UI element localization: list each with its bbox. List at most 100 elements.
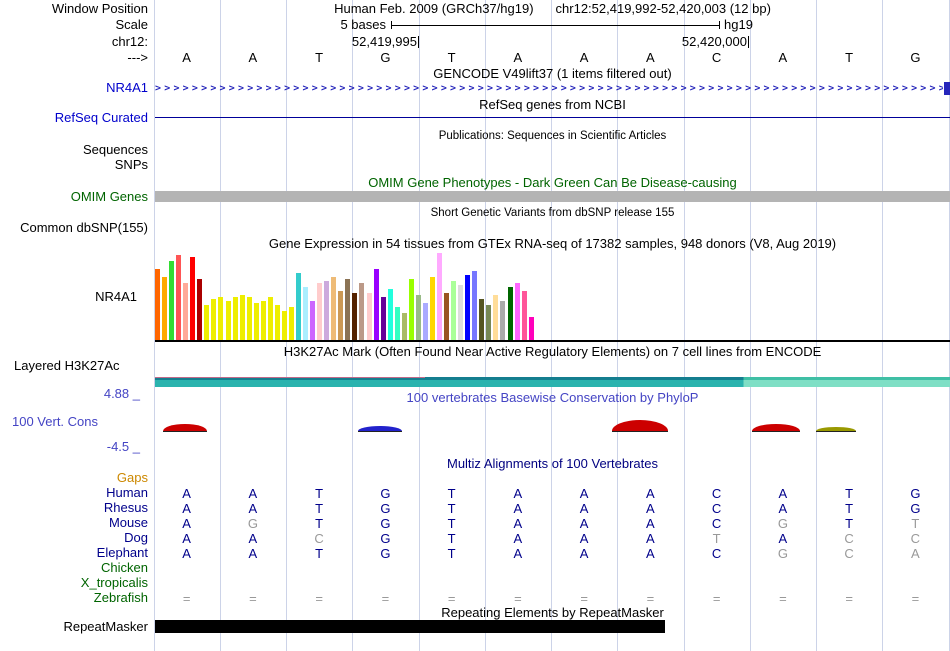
layered-h3k27ac-label[interactable]: Layered H3K27Ac	[14, 359, 120, 373]
gtex-gene-label[interactable]: NR4A1	[0, 290, 137, 304]
species-label-elephant[interactable]: Elephant	[0, 546, 148, 560]
alignment-base: A	[248, 546, 258, 561]
gtex-bar[interactable]	[366, 293, 372, 341]
gtex-bar[interactable]	[232, 297, 238, 341]
gtex-bar[interactable]	[183, 283, 189, 341]
species-label-dog[interactable]: Dog	[0, 531, 148, 545]
alignment-base: A	[513, 531, 523, 546]
alignment-base: G	[380, 546, 391, 561]
gtex-bar[interactable]	[338, 291, 344, 341]
gtex-bar[interactable]	[253, 303, 259, 341]
gtex-bar[interactable]	[359, 283, 365, 341]
gtex-bar[interactable]	[281, 311, 287, 341]
species-label-mouse[interactable]: Mouse	[0, 516, 148, 530]
gtex-bar[interactable]	[218, 297, 224, 341]
gtex-bar[interactable]	[479, 299, 485, 341]
gtex-bar[interactable]	[197, 279, 203, 341]
gtex-bar[interactable]	[303, 287, 309, 341]
alignment-base: T	[315, 486, 324, 501]
alignment-base: C	[711, 501, 722, 516]
position-title: Human Feb. 2009 (GRCh37/hg19) chr12:52,41…	[155, 2, 950, 16]
gtex-bar[interactable]	[394, 307, 400, 341]
gtex-bar[interactable]	[169, 261, 175, 341]
alignment-base: A	[778, 501, 788, 516]
gene-arrows[interactable]: >>>>>>>>>>>>>>>>>>>>>>>>>>>>>>>>>>>>>>>>…	[155, 82, 943, 95]
gtex-bar[interactable]	[472, 271, 478, 341]
gtex-bar[interactable]	[387, 289, 393, 341]
gtex-bar[interactable]	[465, 275, 471, 341]
gtex-bar[interactable]	[155, 269, 160, 341]
cons-track-label[interactable]: 100 Vert. Cons	[12, 415, 98, 429]
species-label-human[interactable]: Human	[0, 486, 148, 500]
snps-label[interactable]: SNPs	[0, 158, 148, 172]
gtex-bar[interactable]	[345, 279, 351, 341]
gtex-bar[interactable]	[444, 293, 450, 341]
gtex-bar[interactable]	[493, 295, 499, 341]
gtex-bar[interactable]	[521, 291, 527, 341]
gtex-bar[interactable]	[324, 281, 330, 341]
gtex-bar[interactable]	[296, 273, 301, 341]
omim-genes-label[interactable]: OMIM Genes	[0, 190, 148, 204]
species-label-zebrafish[interactable]: Zebrafish	[0, 591, 148, 605]
gtex-bar[interactable]	[415, 295, 421, 341]
gtex-bar[interactable]	[458, 285, 464, 341]
gtex-bar[interactable]	[507, 287, 513, 341]
gtex-bar[interactable]	[514, 283, 520, 341]
coord-left-tick	[418, 36, 419, 48]
gtex-bar[interactable]	[486, 305, 492, 341]
gtex-track-title: Gene Expression in 54 tissues from GTEx …	[268, 236, 837, 251]
alignment-base: A	[579, 501, 589, 516]
repeatmasker-bar[interactable]	[155, 620, 665, 633]
gene-exon-block[interactable]	[944, 82, 950, 95]
species-label-x_tropicalis[interactable]: X_tropicalis	[0, 576, 148, 590]
strand-arrow-label: --->	[127, 50, 148, 65]
gtex-bar[interactable]	[288, 307, 294, 341]
gtex-bar[interactable]	[162, 277, 168, 341]
alignment-base: T	[447, 516, 456, 531]
omim-gene-bar[interactable]	[155, 191, 950, 202]
gtex-bar[interactable]	[317, 283, 323, 341]
gtex-bar[interactable]	[422, 303, 428, 341]
gtex-bar[interactable]	[190, 257, 196, 341]
alignment-base: =	[580, 591, 588, 606]
gtex-bar[interactable]	[267, 297, 273, 341]
gtex-bar[interactable]	[274, 305, 280, 341]
refseq-gene-line[interactable]	[155, 117, 950, 118]
gaps-label[interactable]: Gaps	[0, 471, 148, 485]
gtex-bar[interactable]	[408, 279, 414, 341]
gtex-bar[interactable]	[500, 301, 506, 341]
gtex-bar[interactable]	[380, 297, 386, 341]
gtex-bar[interactable]	[176, 255, 182, 341]
gtex-bar[interactable]	[246, 297, 252, 341]
gtex-bar[interactable]	[260, 301, 266, 341]
gtex-bar[interactable]	[310, 301, 316, 341]
gtex-bar[interactable]	[451, 281, 457, 341]
species-label-rhesus[interactable]: Rhesus	[0, 501, 148, 515]
gtex-bars[interactable]	[155, 251, 545, 341]
alignment-base: A	[248, 486, 258, 501]
alignment-base: G	[777, 546, 788, 561]
common-dbsnp-label[interactable]: Common dbSNP(155)	[0, 221, 148, 235]
alignment-base: A	[646, 501, 655, 516]
gtex-bar[interactable]	[211, 299, 217, 341]
gtex-bar[interactable]	[401, 313, 407, 341]
h3k27ac-strip[interactable]	[155, 377, 950, 387]
gtex-bar[interactable]	[373, 269, 379, 341]
alignment-base: G	[910, 501, 921, 516]
gencode-gene-label[interactable]: NR4A1	[0, 81, 148, 95]
repeatmasker-label[interactable]: RepeatMasker	[0, 620, 148, 634]
gtex-bar[interactable]	[225, 301, 231, 341]
gtex-bar[interactable]	[528, 317, 534, 341]
refseq-curated-label[interactable]: RefSeq Curated	[0, 111, 148, 125]
gtex-bar[interactable]	[331, 277, 337, 341]
gtex-bar[interactable]	[429, 277, 435, 341]
gtex-bar[interactable]	[204, 305, 210, 341]
gtex-bar[interactable]	[239, 295, 245, 341]
species-label-chicken[interactable]: Chicken	[0, 561, 148, 575]
gtex-bar[interactable]	[437, 253, 442, 341]
window-position-label: Window Position	[51, 1, 148, 16]
alignment-base: A	[778, 531, 788, 546]
gtex-bar[interactable]	[352, 293, 358, 341]
alignment-base: G	[380, 516, 391, 531]
sequences-label[interactable]: Sequences	[0, 143, 148, 157]
